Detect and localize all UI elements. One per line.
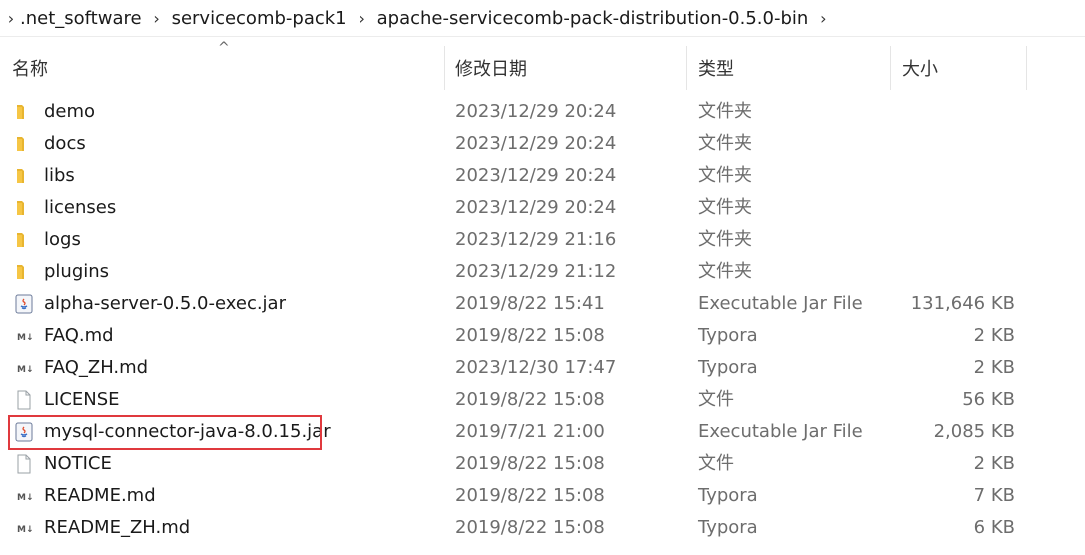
- file-modified-date: 2023/12/30 17:47: [455, 357, 617, 378]
- folder-icon: [14, 230, 34, 250]
- folder-icon: [14, 102, 34, 122]
- column-name-header[interactable]: 名称: [12, 46, 48, 90]
- file-row[interactable]: libs 2023/12/29 20:24 文件夹: [0, 160, 1085, 192]
- column-header: ^ 名称 修改日期 类型 大小: [0, 40, 1085, 90]
- chevron-right-icon[interactable]: ›: [2, 9, 20, 28]
- markdown-file-icon: M↓: [14, 486, 34, 506]
- file-type: Executable Jar File: [698, 293, 863, 314]
- file-type: 文件夹: [698, 229, 752, 250]
- breadcrumb-item[interactable]: apache-servicecomb-pack-distribution-0.5…: [377, 8, 809, 29]
- sort-ascending-icon: ^: [218, 40, 230, 56]
- file-modified-date: 2019/8/22 15:08: [455, 517, 605, 538]
- file-row[interactable]: licenses 2023/12/29 20:24 文件夹: [0, 192, 1085, 224]
- chevron-right-icon[interactable]: ›: [353, 9, 371, 28]
- file-name: licenses: [44, 197, 117, 218]
- file-modified-date: 2023/12/29 20:24: [455, 101, 617, 122]
- file-name: README_ZH.md: [44, 517, 191, 538]
- file-size: 56 KB: [962, 389, 1015, 410]
- file-type: Executable Jar File: [698, 421, 863, 442]
- file-row[interactable]: M↓ FAQ.md 2019/8/22 15:08 Typora 2 KB: [0, 320, 1085, 352]
- column-divider[interactable]: [1026, 46, 1027, 90]
- file-list: demo 2023/12/29 20:24 文件夹 docs 2023/12/29 20…: [0, 96, 1085, 544]
- file-type: Typora: [698, 485, 758, 506]
- file-name: README.md: [44, 485, 156, 506]
- markdown-file-icon: M↓: [14, 358, 34, 378]
- blank-file-icon: [14, 454, 34, 474]
- file-modified-date: 2023/12/29 20:24: [455, 197, 617, 218]
- file-type: 文件: [698, 389, 734, 410]
- folder-icon: [14, 134, 34, 154]
- file-row[interactable]: NOTICE 2019/8/22 15:08 文件 2 KB: [0, 448, 1085, 480]
- file-row[interactable]: logs 2023/12/29 21:16 文件夹: [0, 224, 1085, 256]
- file-modified-date: 2023/12/29 20:24: [455, 133, 617, 154]
- file-size: 131,646 KB: [910, 293, 1015, 314]
- file-row[interactable]: M↓ README.md 2019/8/22 15:08 Typora 7 KB: [0, 480, 1085, 512]
- file-size: 2 KB: [973, 453, 1015, 474]
- file-name: NOTICE: [44, 453, 112, 474]
- file-row[interactable]: alpha-server-0.5.0-exec.jar 2019/8/22 15:…: [0, 288, 1085, 320]
- file-name: alpha-server-0.5.0-exec.jar: [44, 293, 286, 314]
- chevron-right-icon[interactable]: ›: [814, 9, 832, 28]
- file-name: logs: [44, 229, 81, 250]
- svg-text:M↓: M↓: [17, 525, 34, 535]
- file-type: Typora: [698, 325, 758, 346]
- file-row[interactable]: plugins 2023/12/29 21:12 文件夹: [0, 256, 1085, 288]
- file-modified-date: 2019/8/22 15:41: [455, 293, 605, 314]
- file-type: Typora: [698, 517, 758, 538]
- file-type: 文件夹: [698, 133, 752, 154]
- file-name: FAQ_ZH.md: [44, 357, 149, 378]
- chevron-right-icon[interactable]: ›: [148, 9, 166, 28]
- file-name: docs: [44, 133, 86, 154]
- column-size-header[interactable]: 大小: [902, 46, 938, 90]
- file-size: 2 KB: [973, 357, 1015, 378]
- breadcrumb-item[interactable]: servicecomb-pack1: [172, 8, 347, 29]
- file-row[interactable]: M↓ FAQ_ZH.md 2023/12/30 17:47 Typora 2 KB: [0, 352, 1085, 384]
- file-row[interactable]: M↓ README_ZH.md 2019/8/22 15:08 Typora 6 KB: [0, 512, 1085, 544]
- svg-text:M↓: M↓: [17, 333, 34, 343]
- file-modified-date: 2023/12/29 21:12: [455, 261, 617, 282]
- folder-icon: [14, 198, 34, 218]
- file-modified-date: 2019/8/22 15:08: [455, 485, 605, 506]
- svg-text:M↓: M↓: [17, 365, 34, 375]
- file-type: 文件夹: [698, 261, 752, 282]
- file-name: plugins: [44, 261, 110, 282]
- file-name: LICENSE: [44, 389, 120, 410]
- file-modified-date: 2019/8/22 15:08: [455, 389, 605, 410]
- folder-icon: [14, 166, 34, 186]
- file-name: demo: [44, 101, 96, 122]
- breadcrumb: › .net_software › servicecomb-pack1 › ap…: [0, 0, 1085, 37]
- file-size: 7 KB: [973, 485, 1015, 506]
- markdown-file-icon: M↓: [14, 326, 34, 346]
- blank-file-icon: [14, 390, 34, 410]
- file-size: 2,085 KB: [933, 421, 1015, 442]
- breadcrumb-item[interactable]: .net_software: [20, 8, 142, 29]
- file-row[interactable]: LICENSE 2019/8/22 15:08 文件 56 KB: [0, 384, 1085, 416]
- highlight-box: [8, 415, 322, 450]
- svg-text:M↓: M↓: [17, 493, 34, 503]
- file-modified-date: 2019/8/22 15:08: [455, 453, 605, 474]
- file-type: 文件: [698, 453, 734, 474]
- column-divider[interactable]: [444, 46, 445, 90]
- file-type: 文件夹: [698, 165, 752, 186]
- column-type-header[interactable]: 类型: [698, 46, 734, 90]
- file-size: 2 KB: [973, 325, 1015, 346]
- file-name: libs: [44, 165, 75, 186]
- column-date-header[interactable]: 修改日期: [455, 46, 527, 90]
- file-modified-date: 2023/12/29 20:24: [455, 165, 617, 186]
- file-type: 文件夹: [698, 197, 752, 218]
- file-modified-date: 2019/8/22 15:08: [455, 325, 605, 346]
- file-name: FAQ.md: [44, 325, 114, 346]
- file-modified-date: 2019/7/21 21:00: [455, 421, 605, 442]
- file-row[interactable]: demo 2023/12/29 20:24 文件夹: [0, 96, 1085, 128]
- file-type: 文件夹: [698, 101, 752, 122]
- folder-icon: [14, 262, 34, 282]
- markdown-file-icon: M↓: [14, 518, 34, 538]
- file-row[interactable]: docs 2023/12/29 20:24 文件夹: [0, 128, 1085, 160]
- java-jar-icon: [14, 294, 34, 314]
- file-size: 6 KB: [973, 517, 1015, 538]
- file-modified-date: 2023/12/29 21:16: [455, 229, 617, 250]
- column-divider[interactable]: [890, 46, 891, 90]
- column-divider[interactable]: [686, 46, 687, 90]
- file-type: Typora: [698, 357, 758, 378]
